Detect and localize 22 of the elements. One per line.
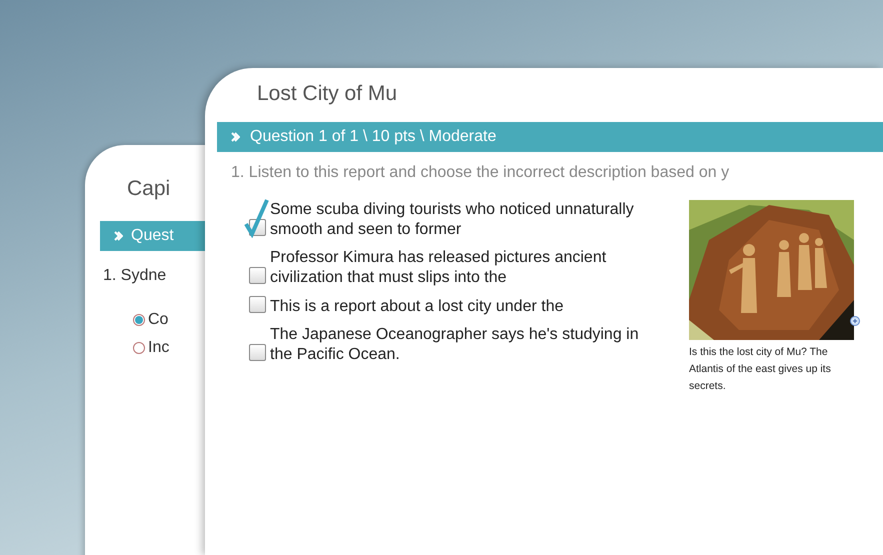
chevron-icon: [231, 132, 240, 142]
choice-label: Co: [148, 311, 168, 329]
checkbox[interactable]: [249, 296, 266, 313]
question-header: Quest: [131, 227, 174, 245]
option-label: The Japanese Oceanographer says he's studying in the Pacific Ocean.: [270, 325, 640, 365]
quiz-title: Lost City of Mu: [257, 82, 398, 106]
choice-label: Inc: [148, 339, 170, 357]
option-label: Some scuba diving tourists who noticed unnaturally smooth and seen to former: [270, 200, 635, 240]
option-label: This is a report about a lost city under the: [270, 297, 564, 317]
question-header: Question 1 of 1 \ 10 pts \ Moderate: [250, 128, 496, 146]
question-text: 1. Sydne: [103, 267, 168, 285]
radio-button[interactable]: [133, 314, 145, 326]
zoom-icon[interactable]: [850, 316, 860, 326]
checkbox[interactable]: [249, 344, 266, 361]
radio-button[interactable]: [133, 342, 145, 354]
checkbox[interactable]: [249, 267, 266, 284]
check-icon: [243, 198, 269, 238]
quiz-title: Capi: [127, 177, 172, 201]
chevron-icon: [114, 231, 123, 241]
image-caption: Is this the lost city of Mu? The Atlantis of the east gives up its secrets.: [689, 345, 832, 394]
option-label: Professor Kimura has released pictures ancient civilization that must slips into the: [270, 248, 608, 288]
question-text: 1. Listen to this report and choose the incorrect description based on y: [231, 164, 730, 182]
